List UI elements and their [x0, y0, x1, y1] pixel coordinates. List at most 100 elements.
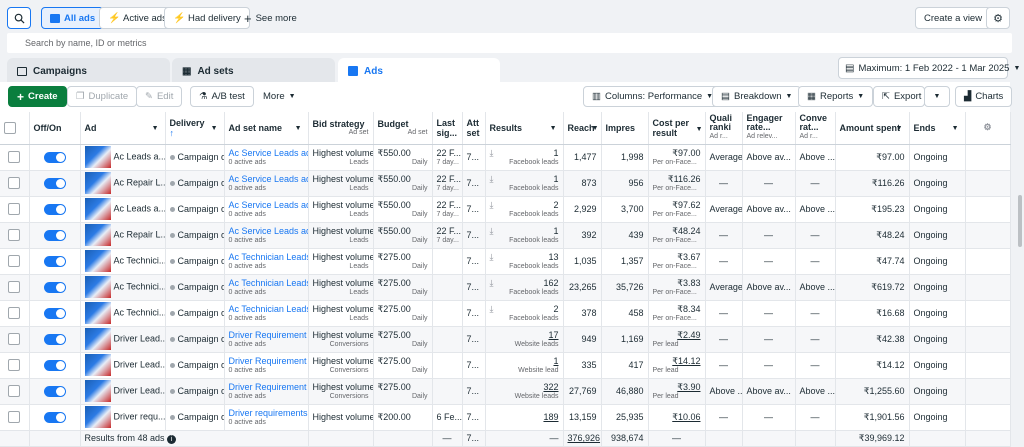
on-off-toggle[interactable] — [43, 359, 66, 371]
ad-name-cell[interactable]: Driver requ... — [80, 404, 166, 431]
tab-campaigns[interactable]: Campaigns — [7, 58, 170, 84]
row-checkbox[interactable] — [8, 229, 21, 241]
row-checkbox[interactable] — [8, 359, 21, 371]
select-all-checkbox[interactable] — [4, 121, 16, 134]
see-more-filters[interactable]: + See more — [236, 7, 305, 29]
row-checkbox[interactable] — [8, 177, 21, 189]
table-row[interactable]: Driver Lead... Campaign of Driver Requirem… — [0, 352, 1011, 379]
ad-thumbnail[interactable] — [84, 146, 111, 168]
search-input[interactable]: Search by name, ID or metrics — [7, 33, 1012, 53]
adset-name-cell[interactable]: Ac Technician Leads...0 active ads — [224, 300, 309, 327]
ad-name-cell[interactable]: Ac Technici... — [80, 274, 166, 301]
results-cell[interactable]: ⤓ 1 Facebook leads — [485, 144, 564, 171]
more-button[interactable]: More ▼ — [255, 86, 304, 107]
row-toggle-cell[interactable] — [29, 274, 81, 301]
results-cell[interactable]: 1 Website lead — [485, 352, 564, 379]
filter-all-ads[interactable]: All ads — [41, 7, 105, 29]
results-cell[interactable]: ⤓ 13 Facebook leads — [485, 248, 564, 275]
row-select-cell[interactable] — [0, 378, 30, 405]
table-row[interactable]: Driver Lead... Campaign of Driver Requirem… — [0, 326, 1011, 353]
ad-thumbnail[interactable] — [84, 380, 111, 402]
row-toggle-cell[interactable] — [29, 170, 81, 197]
row-select-cell[interactable] — [0, 352, 30, 379]
adset-name-cell[interactable]: Ac Service Leads ad...0 active ads — [224, 222, 309, 249]
date-range-picker[interactable]: ▤ Maximum: 1 Feb 2022 - 1 Mar 2025 ▼ — [838, 57, 1020, 79]
row-checkbox[interactable] — [8, 281, 21, 293]
table-row[interactable]: Ac Repair L... Campaign of Ac Service Lead… — [0, 170, 1011, 197]
create-view-button[interactable]: Create a view — [915, 7, 992, 29]
ad-name-cell[interactable]: Ac Repair L... — [80, 170, 166, 197]
results-cell[interactable]: 189 — [485, 404, 564, 431]
ad-name-cell[interactable]: Ac Technici... — [80, 248, 166, 275]
on-off-toggle[interactable] — [43, 203, 66, 215]
row-checkbox[interactable] — [8, 151, 21, 163]
results-cell[interactable]: ⤓ 2 Facebook leads — [485, 196, 564, 223]
results-cell[interactable]: ⤓ 1 Facebook leads — [485, 170, 564, 197]
adset-name-cell[interactable]: Ac Technician Leads...0 active ads — [224, 248, 309, 275]
col-ad[interactable]: Ad ▼ — [80, 112, 166, 145]
ad-name-cell[interactable]: Driver Lead... — [80, 378, 166, 405]
row-select-cell[interactable] — [0, 196, 30, 223]
row-toggle-cell[interactable] — [29, 352, 81, 379]
adset-name-cell[interactable]: Driver Requirement ... 0 active ads — [224, 378, 309, 405]
ad-thumbnail[interactable] — [84, 198, 111, 220]
info-icon[interactable]: i — [167, 434, 177, 444]
col-adset[interactable]: Ad set name ▼ — [224, 112, 309, 145]
ad-thumbnail[interactable] — [84, 276, 111, 298]
row-select-cell[interactable] — [0, 300, 30, 327]
row-checkbox[interactable] — [8, 307, 21, 319]
row-toggle-cell[interactable] — [29, 326, 81, 353]
adset-name-cell[interactable]: Driver Requirement ... 0 active ads — [224, 352, 309, 379]
ad-name-cell[interactable]: Ac Repair L... — [80, 222, 166, 249]
col-settings[interactable]: ⚙ — [965, 112, 1011, 145]
col-ends[interactable]: Ends ▼ — [909, 112, 966, 145]
ad-thumbnail[interactable] — [84, 406, 111, 428]
results-cell[interactable]: 17 Website leads — [485, 326, 564, 353]
row-select-cell[interactable] — [0, 326, 30, 353]
ab-test-button[interactable]: ⚗ A/B test — [190, 86, 254, 107]
ad-name-cell[interactable]: Driver Lead... — [80, 352, 166, 379]
adset-name-cell[interactable]: Ac Service Leads ad...0 active ads — [224, 170, 309, 197]
export-dropdown-button[interactable]: ▼ — [924, 86, 950, 107]
ad-thumbnail[interactable] — [84, 354, 111, 376]
on-off-toggle[interactable] — [43, 333, 66, 345]
columns-button[interactable]: ▥ Columns: Performance ▼ — [583, 86, 723, 107]
col-results[interactable]: Results ▼ — [485, 112, 564, 145]
table-scrollbar[interactable] — [1018, 195, 1022, 247]
on-off-toggle[interactable] — [43, 307, 66, 319]
table-row[interactable]: Ac Technici... Campaign of Ac Technician L… — [0, 274, 1011, 301]
reports-button[interactable]: ▦ Reports ▼ — [798, 86, 874, 107]
col-reach[interactable]: Reach ▼ — [563, 112, 602, 145]
on-off-toggle[interactable] — [43, 151, 66, 163]
charts-button[interactable]: ▟ Charts — [955, 86, 1013, 107]
duplicate-button[interactable]: ❐ Duplicate — [67, 86, 138, 107]
on-off-toggle[interactable] — [43, 281, 66, 293]
col-attribution[interactable]: Att set — [462, 112, 486, 145]
ad-thumbnail[interactable] — [84, 328, 111, 350]
table-row[interactable]: Driver Lead... Campaign of Driver Requirem… — [0, 378, 1011, 405]
table-row[interactable]: Ac Technici... Campaign of Ac Technician L… — [0, 300, 1011, 327]
ad-thumbnail[interactable] — [84, 302, 111, 324]
row-toggle-cell[interactable] — [29, 300, 81, 327]
ad-name-cell[interactable]: Driver Lead... — [80, 326, 166, 353]
create-button[interactable]: + Create — [8, 86, 67, 107]
adset-name-cell[interactable]: Ac Service Leads ad...0 active ads — [224, 196, 309, 223]
row-select-cell[interactable] — [0, 222, 30, 249]
row-checkbox[interactable] — [8, 385, 21, 397]
on-off-toggle[interactable] — [43, 385, 66, 397]
col-engagement-rate[interactable]: Engager rate... Ad relev... — [742, 112, 796, 145]
row-select-cell[interactable] — [0, 170, 30, 197]
row-select-cell[interactable] — [0, 144, 30, 171]
adset-name-cell[interactable]: Ac Technician Leads...0 active ads — [224, 274, 309, 301]
results-cell[interactable]: 322 Website leads — [485, 378, 564, 405]
results-cell[interactable]: ⤓ 1 Facebook leads — [485, 222, 564, 249]
row-toggle-cell[interactable] — [29, 378, 81, 405]
col-delivery[interactable]: Delivery ↑ ▼ — [165, 112, 225, 145]
row-select-cell[interactable] — [0, 404, 30, 431]
edit-button[interactable]: ✎ Edit — [136, 86, 183, 107]
row-toggle-cell[interactable] — [29, 144, 81, 171]
adset-name-cell[interactable]: Driver Requirement ... 0 active ads — [224, 326, 309, 353]
row-checkbox[interactable] — [8, 255, 21, 267]
export-button[interactable]: ⇱ Export — [873, 86, 925, 107]
on-off-toggle[interactable] — [43, 229, 66, 241]
